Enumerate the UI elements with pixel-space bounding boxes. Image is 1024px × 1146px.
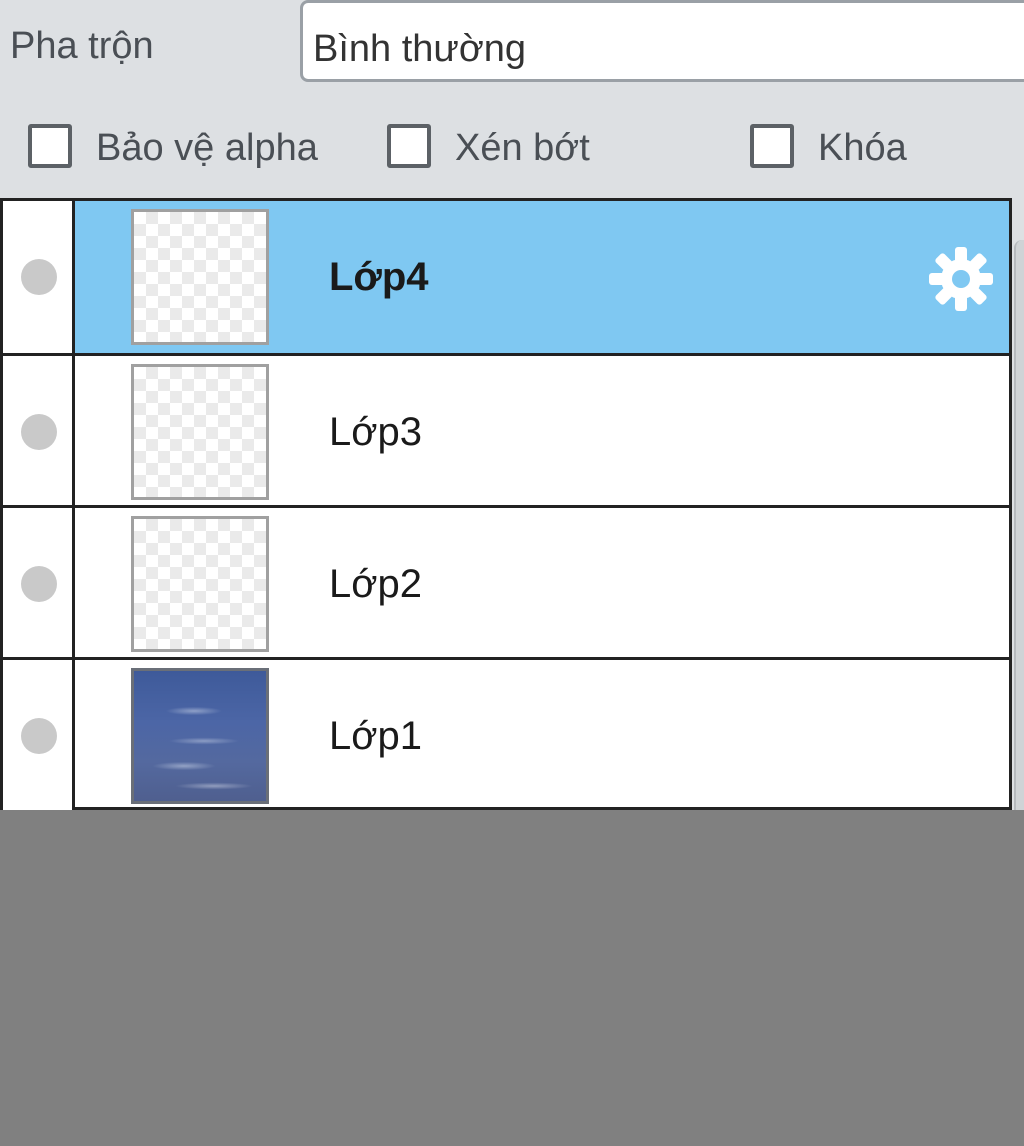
layer-thumbnail bbox=[131, 668, 269, 804]
layer-content: Lớp3 bbox=[75, 356, 1009, 508]
blend-mode-value: Bình thường bbox=[313, 28, 527, 70]
clip-label: Xén bớt bbox=[455, 127, 590, 169]
layer-name: Lớp4 bbox=[329, 255, 429, 299]
gear-icon[interactable] bbox=[925, 243, 997, 315]
lock-label: Khóa bbox=[818, 127, 907, 169]
visibility-dot-icon[interactable] bbox=[21, 718, 57, 754]
lock-checkbox[interactable] bbox=[750, 124, 794, 168]
blend-mode-select[interactable]: Bình thường bbox=[300, 0, 1024, 82]
visibility-cell bbox=[3, 660, 75, 812]
layer-content: Lớp4 bbox=[75, 201, 1009, 353]
layer-content: Lớp2 bbox=[75, 508, 1009, 660]
layers-empty-area bbox=[0, 810, 1024, 1146]
layers-list: Lớp4 Lớp3 Lớp2 Lớp1 bbox=[0, 198, 1012, 812]
layer-row-2[interactable]: Lớp2 bbox=[3, 508, 1009, 660]
scrollbar[interactable] bbox=[1014, 240, 1024, 810]
layer-row-4[interactable]: Lớp4 bbox=[3, 201, 1009, 353]
layer-row-3[interactable]: Lớp3 bbox=[3, 356, 1009, 508]
protect-alpha-checkbox[interactable] bbox=[28, 124, 72, 168]
visibility-dot-icon[interactable] bbox=[21, 259, 57, 295]
blend-mode-label: Pha trộn bbox=[10, 25, 154, 67]
layer-name: Lớp1 bbox=[329, 714, 422, 758]
clip-checkbox[interactable] bbox=[387, 124, 431, 168]
visibility-dot-icon[interactable] bbox=[21, 566, 57, 602]
layer-content: Lớp1 bbox=[75, 660, 1009, 812]
layer-row-1[interactable]: Lớp1 bbox=[3, 660, 1009, 812]
layer-thumbnail bbox=[131, 209, 269, 345]
lock-option[interactable]: Khóa bbox=[750, 122, 920, 178]
visibility-cell bbox=[3, 356, 75, 508]
visibility-cell bbox=[3, 201, 75, 353]
clip-option[interactable]: Xén bớt bbox=[387, 122, 617, 178]
layer-thumbnail bbox=[131, 516, 269, 652]
protect-alpha-label: Bảo vệ alpha bbox=[96, 127, 318, 169]
visibility-cell bbox=[3, 508, 75, 660]
protect-alpha-option[interactable]: Bảo vệ alpha bbox=[28, 122, 338, 178]
layer-name: Lớp3 bbox=[329, 410, 422, 454]
layer-name: Lớp2 bbox=[329, 562, 422, 606]
visibility-dot-icon[interactable] bbox=[21, 414, 57, 450]
layer-thumbnail bbox=[131, 364, 269, 500]
